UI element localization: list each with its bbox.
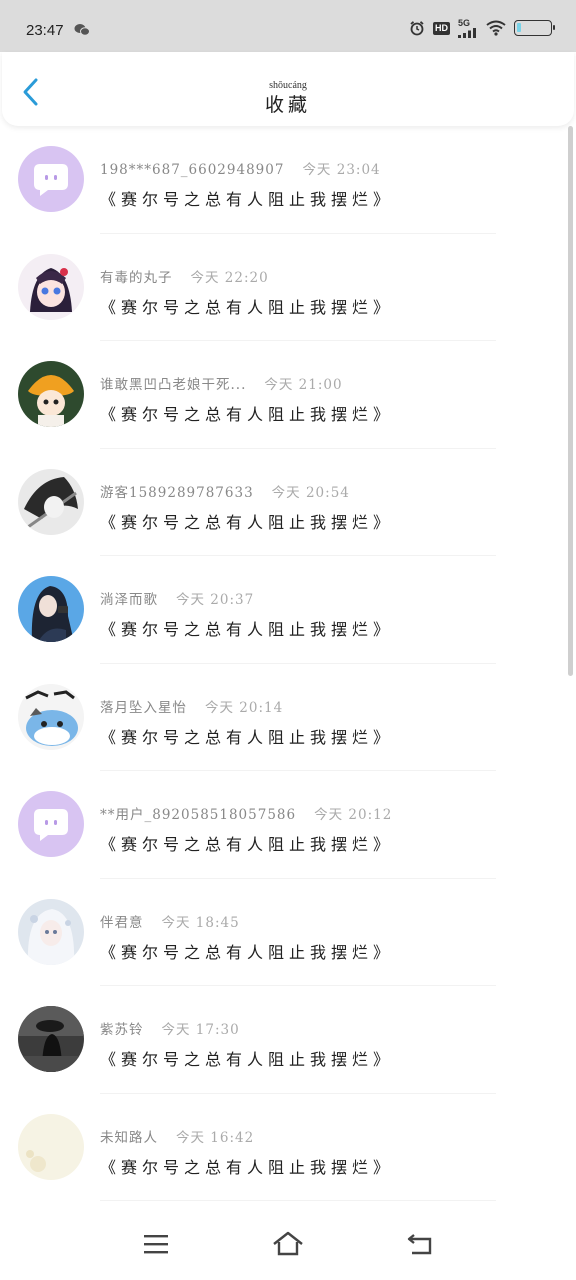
white-hair-avatar-icon bbox=[18, 898, 84, 965]
battery-icon bbox=[514, 20, 555, 36]
wechat-icon bbox=[74, 23, 90, 37]
menu-icon bbox=[144, 1235, 168, 1254]
list-item[interactable]: 198***687_6602948907 今天 23:04 《赛尔号之总有人阻止… bbox=[0, 126, 576, 234]
avatar[interactable] bbox=[18, 576, 84, 642]
author-name: 淌泽而歌 bbox=[100, 592, 158, 608]
item-meta: 落月坠入星怡 今天 20:14 bbox=[100, 696, 283, 716]
author-name: 谁敢黑凹凸老娘干死... bbox=[100, 377, 247, 393]
avatar[interactable] bbox=[18, 253, 84, 320]
default-avatar-icon bbox=[18, 146, 84, 212]
signal-icon: 5G bbox=[458, 18, 478, 38]
list-item[interactable]: 未知路人 今天 16:42 《赛尔号之总有人阻止我摆烂》 bbox=[0, 1094, 576, 1201]
list-item[interactable]: 游客1589289787633 今天 20:54 《赛尔号之总有人阻止我摆烂》 bbox=[0, 449, 576, 556]
item-meta: 游客1589289787633 今天 20:54 bbox=[100, 481, 350, 501]
timestamp: 今天 20:37 bbox=[176, 592, 255, 608]
timestamp: 今天 17:30 bbox=[161, 1022, 240, 1038]
timestamp: 今天 16:42 bbox=[176, 1129, 255, 1146]
list-item[interactable]: 淌泽而歌 今天 20:37 《赛尔号之总有人阻止我摆烂》 bbox=[0, 556, 576, 664]
timestamp: 今天 20:54 bbox=[271, 484, 350, 501]
favorite-title[interactable]: 《赛尔号之总有人阻止我摆烂》 bbox=[100, 939, 394, 963]
timestamp: 今天 20:14 bbox=[205, 699, 284, 716]
author-name: 有毒的丸子 bbox=[100, 269, 173, 286]
avatar[interactable] bbox=[18, 146, 84, 212]
battery-level bbox=[517, 23, 521, 32]
author-name: 游客1589289787633 bbox=[100, 484, 254, 501]
item-meta: 有毒的丸子 今天 22:20 bbox=[100, 266, 269, 286]
hd-icon: HD bbox=[433, 21, 450, 35]
monochrome-sketch-avatar-icon bbox=[18, 468, 84, 535]
timestamp: 今天 21:00 bbox=[264, 377, 343, 393]
avatar[interactable] bbox=[18, 1006, 84, 1072]
shark-cartoon-avatar-icon bbox=[18, 683, 84, 750]
home-icon bbox=[273, 1231, 303, 1256]
item-meta: 紫苏铃 今天 17:30 bbox=[100, 1018, 240, 1038]
item-meta: 198***687_6602948907 今天 23:04 bbox=[100, 158, 381, 178]
list-item[interactable]: 伴君意 今天 18:45 《赛尔号之总有人阻止我摆烂》 bbox=[0, 879, 576, 986]
favorites-list: 198***687_6602948907 今天 23:04 《赛尔号之总有人阻止… bbox=[0, 126, 576, 1201]
night-silhouette-avatar-icon bbox=[18, 1006, 84, 1072]
favorite-title[interactable]: 《赛尔号之总有人阻止我摆烂》 bbox=[100, 616, 394, 640]
favorite-title[interactable]: 《赛尔号之总有人阻止我摆烂》 bbox=[100, 724, 394, 748]
timestamp: 今天 22:20 bbox=[190, 269, 269, 286]
avatar[interactable] bbox=[18, 791, 84, 857]
pumpkin-character-avatar-icon bbox=[18, 361, 84, 427]
author-name: **用户_892058518057586 bbox=[100, 807, 297, 823]
network-label: 5G bbox=[458, 18, 471, 28]
item-meta: **用户_892058518057586 今天 20:12 bbox=[100, 803, 392, 823]
list-item[interactable]: 紫苏铃 今天 17:30 《赛尔号之总有人阻止我摆烂》 bbox=[0, 986, 576, 1094]
list-item[interactable]: 谁敢黑凹凸老娘干死... 今天 21:00 《赛尔号之总有人阻止我摆烂》 bbox=[0, 341, 576, 449]
favorite-title[interactable]: 《赛尔号之总有人阻止我摆烂》 bbox=[100, 1154, 394, 1178]
avatar[interactable] bbox=[18, 683, 84, 750]
scrollbar[interactable] bbox=[568, 126, 573, 676]
author-name: 落月坠入星怡 bbox=[100, 699, 187, 716]
divider bbox=[100, 1200, 496, 1201]
back-icon bbox=[407, 1234, 432, 1255]
favorite-title[interactable]: 《赛尔号之总有人阻止我摆烂》 bbox=[100, 401, 394, 425]
list-item[interactable]: 落月坠入星怡 今天 20:14 《赛尔号之总有人阻止我摆烂》 bbox=[0, 664, 576, 771]
dark-hair-avatar-icon bbox=[18, 576, 84, 642]
avatar[interactable] bbox=[18, 468, 84, 535]
home-button[interactable] bbox=[268, 1224, 308, 1264]
list-item[interactable]: 有毒的丸子 今天 22:20 《赛尔号之总有人阻止我摆烂》 bbox=[0, 234, 576, 341]
wifi-icon bbox=[486, 20, 506, 36]
avatar[interactable] bbox=[18, 898, 84, 965]
favorite-title[interactable]: 《赛尔号之总有人阻止我摆烂》 bbox=[100, 509, 394, 533]
status-time: 23:47 bbox=[26, 21, 64, 39]
timestamp: 今天 23:04 bbox=[302, 162, 381, 178]
timestamp: 今天 20:12 bbox=[314, 807, 393, 823]
page-header: shōucáng 收藏 bbox=[2, 52, 574, 126]
author-name: 198***687_6602948907 bbox=[100, 162, 285, 178]
menu-button[interactable] bbox=[136, 1224, 176, 1264]
favorite-title[interactable]: 《赛尔号之总有人阻止我摆烂》 bbox=[100, 1046, 394, 1070]
system-back-button[interactable] bbox=[400, 1224, 440, 1264]
default-avatar-icon bbox=[18, 791, 84, 857]
timestamp: 今天 18:45 bbox=[161, 914, 240, 931]
favorite-title[interactable]: 《赛尔号之总有人阻止我摆烂》 bbox=[100, 294, 394, 318]
avatar[interactable] bbox=[18, 361, 84, 427]
pale-floral-avatar-icon bbox=[18, 1113, 84, 1180]
system-nav-bar bbox=[0, 1208, 576, 1280]
status-bar: 23:47 HD 5G bbox=[0, 0, 576, 52]
author-name: 紫苏铃 bbox=[100, 1022, 144, 1038]
item-meta: 谁敢黑凹凸老娘干死... 今天 21:00 bbox=[100, 373, 343, 393]
item-meta: 伴君意 今天 18:45 bbox=[100, 911, 240, 931]
page-title: 收藏 bbox=[264, 94, 311, 116]
item-meta: 未知路人 今天 16:42 bbox=[100, 1126, 254, 1146]
item-meta: 淌泽而歌 今天 20:37 bbox=[100, 588, 254, 608]
favorite-title[interactable]: 《赛尔号之总有人阻止我摆烂》 bbox=[100, 186, 394, 210]
list-item[interactable]: **用户_892058518057586 今天 20:12 《赛尔号之总有人阻止… bbox=[0, 771, 576, 879]
author-name: 未知路人 bbox=[100, 1129, 158, 1146]
alarm-icon bbox=[409, 20, 425, 36]
avatar[interactable] bbox=[18, 1113, 84, 1180]
anime-avatar-icon bbox=[18, 253, 84, 320]
author-name: 伴君意 bbox=[100, 914, 144, 931]
favorite-title[interactable]: 《赛尔号之总有人阻止我摆烂》 bbox=[100, 831, 394, 855]
